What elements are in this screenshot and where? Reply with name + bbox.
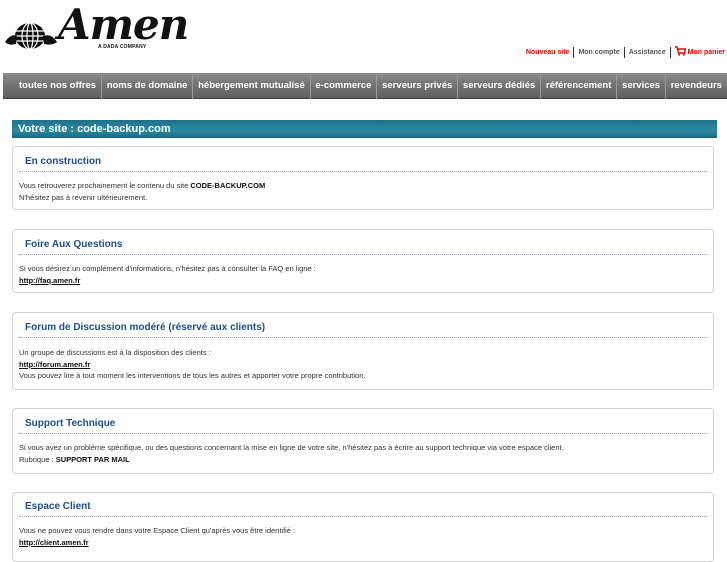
construction-box: En construction Vous retrouverez prochai…: [12, 146, 714, 210]
divider: [19, 433, 707, 434]
nav-item-referencement[interactable]: référencement: [541, 73, 616, 99]
separator: [623, 46, 625, 58]
forum-box: Forum de Discussion modéré (réservé aux …: [12, 312, 714, 390]
faq-line1: Si vous désirez un complément d'informat…: [19, 264, 316, 273]
top-links: Nouveau site Mon compte Assistance Mon p…: [526, 46, 725, 58]
cart-link[interactable]: Mon panier: [688, 49, 725, 56]
globe-hands-logo-icon: [5, 22, 57, 50]
forum-line2: Vous pouvez lire à tout moment les inter…: [19, 371, 366, 380]
brand-logo[interactable]: [3, 14, 59, 54]
forum-line1: Un groupe de discussions est à la dispos…: [19, 348, 211, 357]
support-box: Support Technique Si vous avez un problè…: [12, 408, 714, 474]
section-title: Espace Client: [25, 501, 91, 512]
cart-icon[interactable]: [674, 46, 687, 58]
divider: [19, 337, 707, 338]
nav-item-revendeurs[interactable]: revendeurs: [666, 73, 727, 99]
nav-item-services[interactable]: services: [617, 73, 665, 99]
client-link[interactable]: http://client.amen.fr: [19, 538, 89, 547]
separator: [669, 46, 671, 58]
section-text: Si vous désirez un complément d'informat…: [19, 263, 707, 286]
construction-line1: Vous retrouverez prochainement le conten…: [19, 181, 191, 190]
section-text: Si vous avez un problème spécifique, ou …: [19, 442, 707, 465]
support-rubrique: SUPPORT PAR MAIL: [55, 454, 130, 464]
section-title: Forum de Discussion modéré (réservé aux …: [25, 322, 266, 333]
support-line2: Rubrique :: [19, 454, 56, 464]
nav-item-ecommerce[interactable]: e-commerce: [310, 73, 376, 99]
brand-name[interactable]: Amen: [58, 4, 189, 46]
account-link[interactable]: Mon compte: [578, 49, 619, 56]
section-text: Vous retrouverez prochainement le conten…: [19, 180, 707, 203]
forum-link[interactable]: http://forum.amen.fr: [19, 360, 90, 369]
client-box: Espace Client Vous ne pouvez vous rendre…: [12, 492, 714, 562]
support-line1: Si vous avez un problème spécifique, ou …: [19, 443, 564, 452]
divider: [19, 254, 707, 255]
nav-item-serveurs-prives[interactable]: serveurs privés: [377, 73, 457, 99]
main-nav: toutes nos offres noms de domaine héberg…: [3, 72, 727, 99]
nav-item-hebergement[interactable]: hébergement mutualisé: [193, 73, 310, 99]
client-line1: Vous ne pouvez vous rendre dans votre Es…: [19, 526, 296, 535]
header: Amen A DADA COMPANY Nouveau site Mon com…: [0, 0, 727, 72]
section-title: Foire Aux Questions: [25, 239, 123, 250]
divider: [19, 516, 707, 517]
separator: [573, 46, 575, 58]
brand-tagline: A DADA COMPANY: [98, 44, 147, 50]
new-site-link[interactable]: Nouveau site: [526, 49, 570, 56]
section-title: Support Technique: [25, 418, 116, 429]
faq-box: Foire Aux Questions Si vous désirez un c…: [12, 229, 714, 293]
nav-item-domaines[interactable]: noms de domaine: [102, 73, 193, 99]
section-text: Un groupe de discussions est à la dispos…: [19, 347, 707, 382]
faq-link[interactable]: http://faq.amen.fr: [19, 276, 80, 285]
section-title: En construction: [25, 156, 102, 167]
page-title: Votre site : code-backup.com: [12, 120, 717, 138]
support-link[interactable]: Assistance: [629, 49, 666, 56]
nav-item-serveurs-dedies[interactable]: serveurs dédiés: [458, 73, 540, 99]
construction-line2: N'hésitez pas à revenir ultérieurement.: [19, 192, 148, 202]
divider: [19, 171, 707, 172]
site-name: CODE-BACKUP.COM: [190, 181, 266, 190]
nav-item-offres[interactable]: toutes nos offres: [14, 73, 101, 99]
